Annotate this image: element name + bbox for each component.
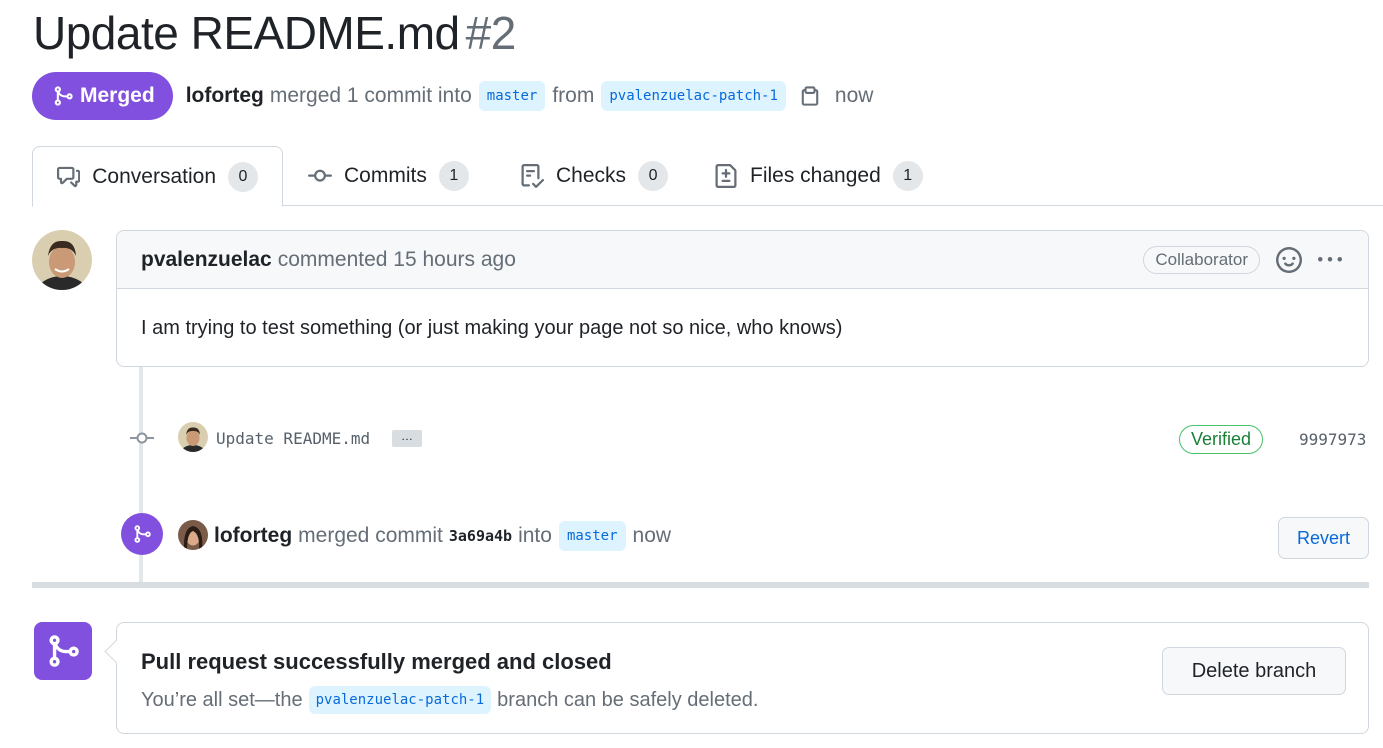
comment-body: I am trying to test something (or just m… (141, 317, 843, 339)
merger-avatar[interactable] (178, 520, 208, 550)
avatar[interactable] (32, 230, 92, 290)
merge-status-suffix: branch can be safely deleted. (497, 688, 759, 711)
git-merge-icon (34, 622, 92, 680)
file-diff-icon (715, 164, 737, 188)
comment-header: pvalenzuelac commented 15 hours ago Coll… (117, 231, 1368, 289)
commit-message-link[interactable]: Update README.md (216, 429, 370, 448)
pr-tabs: Conversation 0 Commits 1 Checks 0 Files … (32, 146, 1383, 207)
verified-badge[interactable]: Verified (1179, 425, 1264, 454)
checklist-icon (521, 164, 544, 188)
comment-author-link[interactable]: pvalenzuelac (141, 248, 272, 272)
tab-counter: 1 (892, 161, 923, 191)
merge-time: now (834, 84, 874, 107)
tab-counter: 0 (638, 161, 669, 191)
comment-box: pvalenzuelac commented 15 hours ago Coll… (116, 230, 1369, 367)
tab-conversation[interactable]: Conversation 0 (32, 146, 283, 207)
tab-files-changed[interactable]: Files changed 1 (714, 146, 923, 206)
tab-commits[interactable]: Commits 1 (308, 146, 469, 206)
pr-title-text: Update README.md (33, 7, 460, 59)
kebab-horizontal-icon[interactable] (1316, 248, 1344, 272)
pr-title: Update README.md #2 (33, 6, 516, 60)
merge-event-into: into (518, 524, 552, 547)
merge-status-subtitle: You’re all set—the pvalenzuelac-patch-1 … (141, 686, 758, 714)
expand-commit-button[interactable]: … (392, 430, 422, 447)
tab-counter: 1 (438, 161, 469, 191)
tab-label: Checks (556, 164, 627, 187)
tab-checks[interactable]: Checks 0 (520, 146, 669, 206)
merge-event-badge (121, 513, 163, 555)
comment-timestamp[interactable]: commented 15 hours ago (278, 248, 516, 272)
state-label: Merged (80, 84, 155, 107)
commit-sha-link[interactable]: 9997973 (1299, 430, 1366, 449)
merge-commit-sha-link[interactable]: 3a69a4b (449, 527, 512, 545)
timeline-divider (32, 582, 1369, 588)
merge-action-text: merged 1 commit into (269, 84, 472, 107)
git-commit-icon (308, 169, 332, 182)
git-merge-icon (134, 525, 151, 543)
merge-event-author-link[interactable]: loforteg (214, 524, 292, 548)
deletable-branch-tag[interactable]: pvalenzuelac-patch-1 (308, 686, 492, 714)
commit-author-avatar[interactable] (178, 422, 208, 452)
tab-label: Files changed (750, 164, 881, 187)
merge-event-action: merged commit (298, 524, 443, 547)
comment-discussion-icon (57, 166, 81, 187)
git-commit-icon (130, 430, 154, 451)
copy-icon[interactable] (799, 85, 821, 107)
merged-state-badge: Merged (32, 72, 173, 120)
merge-event-branch-tag[interactable]: master (558, 521, 626, 551)
merge-author-link[interactable]: loforteg (186, 84, 264, 108)
smiley-icon[interactable] (1276, 246, 1302, 273)
merge-status-title: Pull request successfully merged and clo… (141, 649, 612, 674)
tab-label: Conversation (92, 164, 216, 188)
tab-label: Commits (344, 164, 427, 187)
delete-branch-button[interactable]: Delete branch (1162, 647, 1346, 695)
tab-counter: 0 (228, 161, 258, 192)
merge-event-time[interactable]: now (633, 524, 672, 548)
collaborator-badge: Collaborator (1143, 245, 1260, 274)
git-merge-icon (54, 86, 73, 106)
from-text: from (552, 84, 595, 107)
pr-number: #2 (465, 7, 517, 59)
merge-status-prefix: You’re all set—the (141, 688, 303, 711)
merge-status-box: Pull request successfully merged and clo… (116, 622, 1369, 734)
base-branch-tag[interactable]: master (478, 81, 546, 111)
merge-event-text: loforteg merged commit 3a69a4b into mast… (214, 520, 671, 552)
head-branch-tag[interactable]: pvalenzuelac-patch-1 (601, 81, 786, 111)
revert-button[interactable]: Revert (1278, 517, 1369, 559)
pr-meta: Merged loforteg merged 1 commit into mas… (32, 72, 873, 120)
